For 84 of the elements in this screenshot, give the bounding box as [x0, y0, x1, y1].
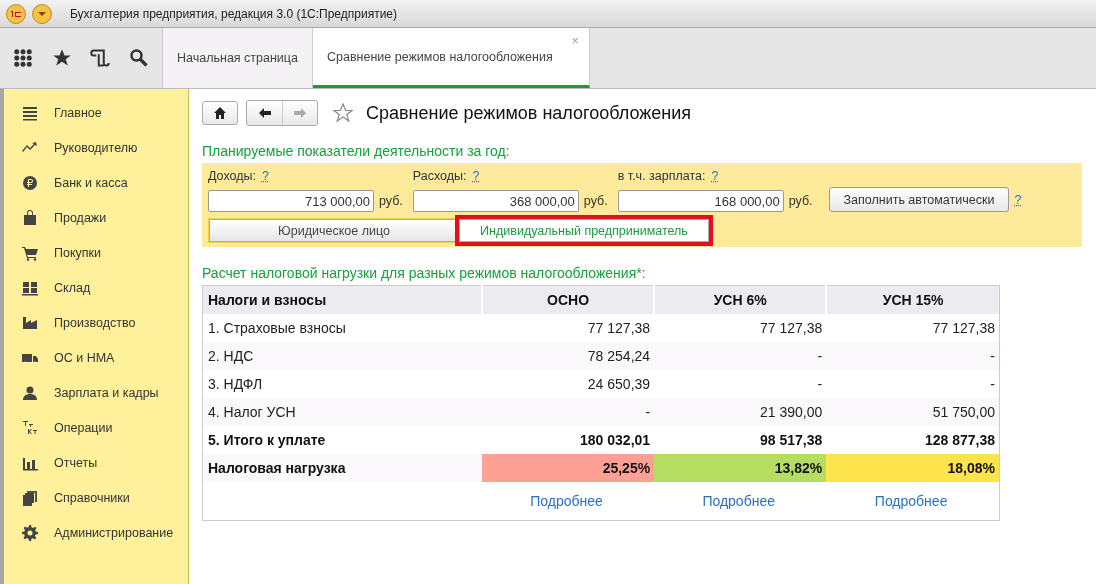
table-cell: 2. НДС	[202, 342, 482, 370]
window-title: Бухгалтерия предприятия, редакция 3.0 (1С:Предприятие)	[70, 6, 398, 21]
arrow-left-icon	[257, 106, 272, 120]
grid-icon	[22, 279, 38, 296]
table-cell: 13,82%	[654, 454, 827, 482]
sidebar-item[interactable]: Операции	[54, 420, 113, 435]
sidebar-item[interactable]: Отчеты	[54, 455, 98, 470]
field-label: Доходы:	[208, 169, 256, 183]
input-field[interactable]: 168 000,00	[617, 190, 784, 212]
home-icon	[213, 106, 227, 120]
table-cell: 77 127,38	[654, 314, 827, 342]
autofill-button[interactable]: Заполнить автоматически	[828, 187, 1010, 212]
table-cell: 5. Итого к уплате	[202, 426, 482, 454]
section-heading: Расчет налоговой нагрузки для разных режимов налогообложения*:	[202, 265, 647, 281]
table-cell: 3. НДФЛ	[202, 370, 482, 398]
sidebar-item[interactable]: ОС и НМА	[54, 350, 115, 365]
sidebar-item[interactable]: Зарплата и кадры	[54, 385, 159, 400]
debit-credit-icon	[22, 419, 38, 436]
help-link[interactable]: ?	[472, 169, 480, 183]
table-cell: -	[654, 370, 827, 398]
details-link[interactable]: Подробнее	[702, 493, 775, 509]
details-link[interactable]: Подробнее	[874, 493, 948, 509]
tab[interactable]: Сравнение режимов налогообложения ×	[312, 28, 590, 88]
cart-icon	[22, 244, 38, 261]
sidebar-item[interactable]: Банк и касса	[54, 175, 128, 190]
menu-caret-icon[interactable]	[32, 3, 52, 24]
table-cell: 24 650,39	[482, 370, 655, 398]
input-field[interactable]: 713 000,00	[208, 190, 374, 212]
help-link[interactable]: ?	[261, 169, 269, 183]
input-field[interactable]: 368 000,00	[412, 190, 579, 212]
sidebar-item[interactable]: Главное	[54, 105, 102, 120]
person-icon	[22, 384, 38, 401]
search-icon[interactable]	[128, 48, 149, 68]
sidebar-item[interactable]: Покупки	[54, 245, 101, 260]
sidebar-item[interactable]: Продажи	[54, 210, 107, 225]
table-cell: 51 750,00	[826, 398, 1000, 426]
apps-grid-icon[interactable]	[13, 48, 34, 68]
field-label: в т.ч. зарплата:	[617, 169, 706, 183]
arrow-right-icon	[293, 106, 307, 120]
gear-icon	[22, 524, 38, 541]
sidebar-item[interactable]: Справочники	[54, 490, 130, 505]
sidebar-item[interactable]: Производство	[54, 315, 136, 330]
table-cell: Налоговая нагрузка	[202, 454, 482, 482]
details-link[interactable]: Подробнее	[530, 493, 603, 509]
table-cell: 18,08%	[826, 454, 1000, 482]
unit-label: руб.	[379, 194, 403, 208]
star-icon[interactable]	[332, 102, 354, 124]
history-icon[interactable]	[90, 48, 111, 68]
home-button[interactable]	[202, 101, 238, 125]
column-header: Налоги и взносы	[202, 285, 482, 314]
column-header: УСН 15%	[826, 285, 1000, 314]
table-cell: -	[826, 342, 1000, 370]
unit-label: руб.	[583, 194, 608, 208]
documents-icon	[22, 489, 38, 506]
table-cell: 1. Страховые взносы	[202, 314, 482, 342]
table-cell: 77 127,38	[826, 314, 1000, 342]
tab[interactable]: Начальная страница	[163, 28, 313, 88]
table-cell: 128 877,38	[826, 426, 1000, 454]
sidebar-item[interactable]: Руководителю	[54, 140, 138, 155]
table-cell: 180 032,01	[482, 426, 655, 454]
table-cell: 25,25%	[482, 454, 655, 482]
help-link[interactable]: ?	[1014, 192, 1022, 207]
column-header: ОСНО	[482, 285, 655, 314]
help-link[interactable]: ?	[711, 169, 719, 183]
table-cell: 4. Налог УСН	[202, 398, 482, 426]
sidebar-item[interactable]: Администрирование	[54, 525, 174, 540]
table-cell: -	[654, 342, 827, 370]
table-cell: 98 517,38	[654, 426, 827, 454]
table-cell: 78 254,24	[482, 342, 655, 370]
app-logo-icon[interactable]	[6, 3, 26, 24]
ruble-coin-icon	[22, 174, 38, 191]
sidebar-item[interactable]: Склад	[54, 280, 91, 295]
list-icon	[22, 104, 38, 121]
table-cell: -	[826, 370, 1000, 398]
section-heading: Планируемые показатели деятельности за год:	[202, 143, 511, 159]
factory-icon	[22, 314, 38, 331]
field-label: Расходы:	[412, 169, 467, 183]
column-header: УСН 6%	[654, 285, 827, 314]
table-cell: 21 390,00	[654, 398, 827, 426]
unit-label: руб.	[788, 194, 813, 208]
table-cell: 77 127,38	[482, 314, 655, 342]
table-cell: -	[482, 398, 655, 426]
page-title: Сравнение режимов налогообложения	[366, 102, 692, 124]
bag-icon	[22, 209, 38, 226]
